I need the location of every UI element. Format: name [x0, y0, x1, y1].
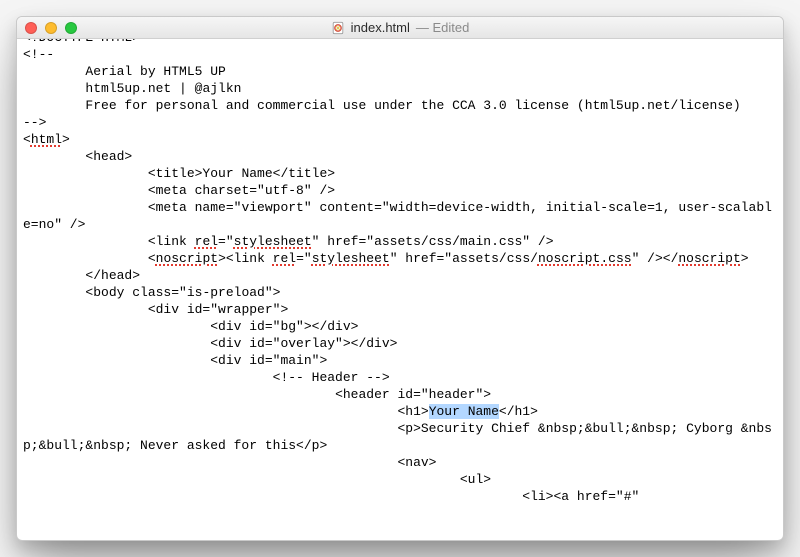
- minimize-icon[interactable]: [45, 22, 57, 34]
- document-icon: [331, 21, 345, 35]
- code-line[interactable]: <p>Security Chief &nbsp;&bull;&nbsp; Cyb…: [23, 420, 779, 454]
- code-line[interactable]: <link rel="stylesheet" href="assets/css/…: [23, 233, 779, 250]
- code-line[interactable]: Free for personal and commercial use und…: [23, 97, 779, 114]
- code-line[interactable]: <meta charset="utf-8" />: [23, 182, 779, 199]
- code-line[interactable]: <meta name="viewport" content="width=dev…: [23, 199, 779, 233]
- titlebar[interactable]: index.html — Edited: [17, 17, 783, 39]
- code-line[interactable]: <header id="header">: [23, 386, 779, 403]
- window-edited-suffix: — Edited: [416, 20, 469, 35]
- window-title: index.html — Edited: [17, 20, 783, 35]
- traffic-lights: [25, 22, 77, 34]
- text-editor-content[interactable]: <!DOCTYPE HTML><!-- Aerial by HTML5 UP h…: [17, 27, 783, 540]
- code-line[interactable]: <title>Your Name</title>: [23, 165, 779, 182]
- code-line[interactable]: <html>: [23, 131, 779, 148]
- code-line[interactable]: Aerial by HTML5 UP: [23, 63, 779, 80]
- code-line[interactable]: <head>: [23, 148, 779, 165]
- code-line[interactable]: <div id="main">: [23, 352, 779, 369]
- zoom-icon[interactable]: [65, 22, 77, 34]
- code-line[interactable]: <!-- Header -->: [23, 369, 779, 386]
- code-line[interactable]: <body class="is-preload">: [23, 284, 779, 301]
- code-line[interactable]: -->: [23, 114, 779, 131]
- code-line[interactable]: html5up.net | @ajlkn: [23, 80, 779, 97]
- window-filename: index.html: [351, 20, 410, 35]
- code-line[interactable]: <div id="bg"></div>: [23, 318, 779, 335]
- code-line[interactable]: <li><a href="#": [23, 488, 779, 505]
- code-line[interactable]: <noscript><link rel="stylesheet" href="a…: [23, 250, 779, 267]
- code-line[interactable]: <ul>: [23, 471, 779, 488]
- code-line[interactable]: <div id="overlay"></div>: [23, 335, 779, 352]
- code-line[interactable]: </head>: [23, 267, 779, 284]
- code-line[interactable]: <div id="wrapper">: [23, 301, 779, 318]
- code-line[interactable]: <nav>: [23, 454, 779, 471]
- editor-window: index.html — Edited <!DOCTYPE HTML><!-- …: [16, 16, 784, 541]
- code-line[interactable]: <!--: [23, 46, 779, 63]
- code-line[interactable]: <h1>Your Name</h1>: [23, 403, 779, 420]
- close-icon[interactable]: [25, 22, 37, 34]
